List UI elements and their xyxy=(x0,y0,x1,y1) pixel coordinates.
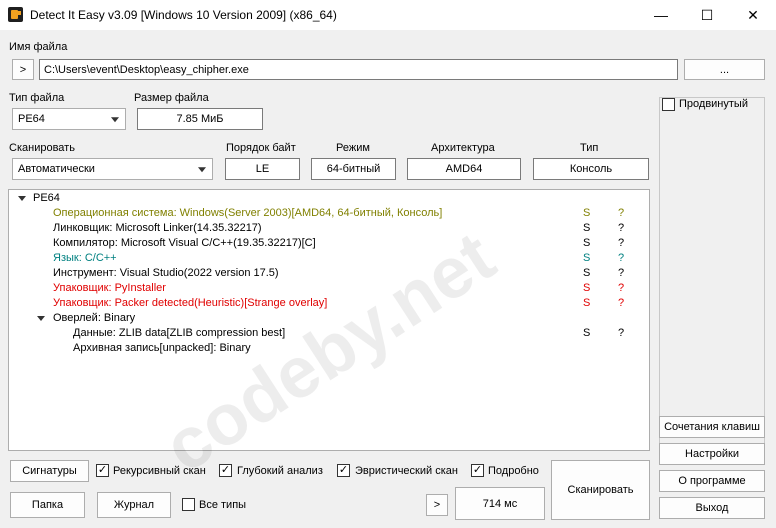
close-button[interactable]: ✕ xyxy=(730,0,776,30)
tree-row[interactable]: Линковщик: Microsoft Linker(14.35.32217)… xyxy=(9,221,649,236)
detection-text: Упаковщик: PyInstaller xyxy=(53,282,166,294)
tree-row-overlay[interactable]: Оверлей: Binary xyxy=(9,311,649,326)
detection-text: Линковщик: Microsoft Linker(14.35.32217) xyxy=(53,222,262,234)
signature-button[interactable]: S xyxy=(583,266,590,281)
info-button[interactable]: ? xyxy=(618,221,624,236)
mode-label: Режим xyxy=(336,142,370,154)
info-button[interactable]: ? xyxy=(618,236,624,251)
maximize-button[interactable]: ☐ xyxy=(684,0,730,30)
next-button[interactable]: > xyxy=(426,494,448,516)
maximize-icon: ☐ xyxy=(700,6,714,23)
file-size-label: Размер файла xyxy=(134,92,209,104)
shortcuts-button[interactable]: Сочетания клавиш xyxy=(659,416,765,438)
log-button[interactable]: Журнал xyxy=(97,492,171,518)
advanced-label: Продвинутый xyxy=(679,98,748,110)
arch-label: Архитектура xyxy=(431,142,495,154)
recursive-checkbox[interactable]: ✓ xyxy=(96,464,109,477)
tree-node-label: Оверлей: Binary xyxy=(53,312,136,324)
exit-button[interactable]: Выход xyxy=(659,497,765,519)
tree-row[interactable]: Операционная система: Windows(Server 200… xyxy=(9,206,649,221)
tree-row[interactable]: Компилятор: Microsoft Visual C/C++(19.35… xyxy=(9,236,649,251)
byte-order-field: LE xyxy=(225,158,300,180)
deep-scan-checkbox[interactable]: ✓ xyxy=(219,464,232,477)
scan-mode-select[interactable]: Автоматически xyxy=(12,158,213,180)
tree-row[interactable]: Инструмент: Visual Studio(2022 version 1… xyxy=(9,266,649,281)
scan-button[interactable]: Сканировать xyxy=(551,460,650,520)
advanced-checkbox[interactable] xyxy=(662,98,675,111)
browse-button[interactable]: ... xyxy=(684,59,765,80)
scan-mode-value: Автоматически xyxy=(18,163,95,175)
about-button[interactable]: О программе xyxy=(659,470,765,492)
chevron-down-icon xyxy=(111,117,119,123)
info-button[interactable]: ? xyxy=(618,266,624,281)
detection-text: Язык: C/C++ xyxy=(53,252,117,264)
mode-field: 64-битный xyxy=(311,158,396,180)
heuristic-label: Эвристический скан xyxy=(355,465,458,477)
detection-text: Инструмент: Visual Studio(2022 version 1… xyxy=(53,267,279,279)
info-button[interactable]: ? xyxy=(618,251,624,266)
window-title: Detect It Easy v3.09 [Windows 10 Version… xyxy=(30,8,337,22)
file-type-value: PE64 xyxy=(18,113,45,125)
chevron-down-icon xyxy=(198,167,206,173)
signature-button[interactable]: S xyxy=(583,326,590,341)
file-type-label: Тип файла xyxy=(9,92,65,104)
arch-field: AMD64 xyxy=(407,158,521,180)
close-icon: ✕ xyxy=(747,6,759,23)
tree-row[interactable]: Упаковщик: PyInstaller S ? xyxy=(9,281,649,296)
tree-node-label: PE64 xyxy=(33,192,60,204)
signature-button[interactable]: S xyxy=(583,221,590,236)
checkmark-icon: ✓ xyxy=(472,464,483,476)
recursive-label: Рекурсивный скан xyxy=(113,465,206,477)
file-size-field: 7.85 МиБ xyxy=(137,108,263,130)
file-path-input[interactable]: C:\Users\event\Desktop\easy_chipher.exe xyxy=(39,59,678,80)
checkmark-icon: ✓ xyxy=(97,464,108,476)
title-bar: Detect It Easy v3.09 [Windows 10 Version… xyxy=(0,0,776,30)
all-types-checkbox[interactable] xyxy=(182,498,195,511)
detection-text: Компилятор: Microsoft Visual C/C++(19.35… xyxy=(53,237,316,249)
file-name-label: Имя файла xyxy=(9,41,68,53)
minimize-button[interactable]: — xyxy=(638,0,684,30)
app-logo-icon xyxy=(8,7,23,22)
verbose-label: Подробно xyxy=(488,465,539,477)
deep-scan-label: Глубокий анализ xyxy=(237,465,323,477)
detection-text: Операционная система: Windows(Server 200… xyxy=(53,207,443,219)
checkmark-icon: ✓ xyxy=(220,464,231,476)
settings-button[interactable]: Настройки xyxy=(659,443,765,465)
verbose-checkbox[interactable]: ✓ xyxy=(471,464,484,477)
tree-row-pe64[interactable]: PE64 xyxy=(9,191,649,206)
expand-arrow-icon[interactable] xyxy=(18,196,26,201)
file-type-select[interactable]: PE64 xyxy=(12,108,126,130)
signatures-button[interactable]: Сигнатуры xyxy=(10,460,89,482)
info-button[interactable]: ? xyxy=(618,281,624,296)
byte-order-label: Порядок байт xyxy=(226,142,296,154)
scan-time-display: 714 мс xyxy=(455,487,545,520)
tree-row[interactable]: Архивная запись[unpacked]: Binary xyxy=(9,341,649,356)
tree-row[interactable]: Данные: ZLIB data[ZLIB compression best]… xyxy=(9,326,649,341)
tree-row[interactable]: Упаковщик: Packer detected(Heuristic)[St… xyxy=(9,296,649,311)
info-button[interactable]: ? xyxy=(618,206,624,221)
expand-button[interactable]: > xyxy=(12,59,34,80)
checkmark-icon: ✓ xyxy=(338,464,349,476)
signature-button[interactable]: S xyxy=(583,236,590,251)
signature-button[interactable]: S xyxy=(583,281,590,296)
minimize-icon: — xyxy=(654,7,668,23)
folder-button[interactable]: Папка xyxy=(10,492,85,518)
signature-button[interactable]: S xyxy=(583,296,590,311)
detection-text: Архивная запись[unpacked]: Binary xyxy=(73,342,251,354)
advanced-panel xyxy=(659,97,765,451)
results-tree[interactable]: PE64 Операционная система: Windows(Serve… xyxy=(8,189,650,451)
detection-text: Данные: ZLIB data[ZLIB compression best] xyxy=(73,327,286,339)
detection-text: Упаковщик: Packer detected(Heuristic)[St… xyxy=(53,297,328,309)
type-field: Консоль xyxy=(533,158,649,180)
type-label: Тип xyxy=(580,142,599,154)
expand-arrow-icon[interactable] xyxy=(37,316,45,321)
info-button[interactable]: ? xyxy=(618,296,624,311)
all-types-label: Все типы xyxy=(199,499,247,511)
tree-row[interactable]: Язык: C/C++ S ? xyxy=(9,251,649,266)
signature-button[interactable]: S xyxy=(583,251,590,266)
heuristic-checkbox[interactable]: ✓ xyxy=(337,464,350,477)
signature-button[interactable]: S xyxy=(583,206,590,221)
scan-label: Сканировать xyxy=(9,142,75,154)
info-button[interactable]: ? xyxy=(618,326,624,341)
